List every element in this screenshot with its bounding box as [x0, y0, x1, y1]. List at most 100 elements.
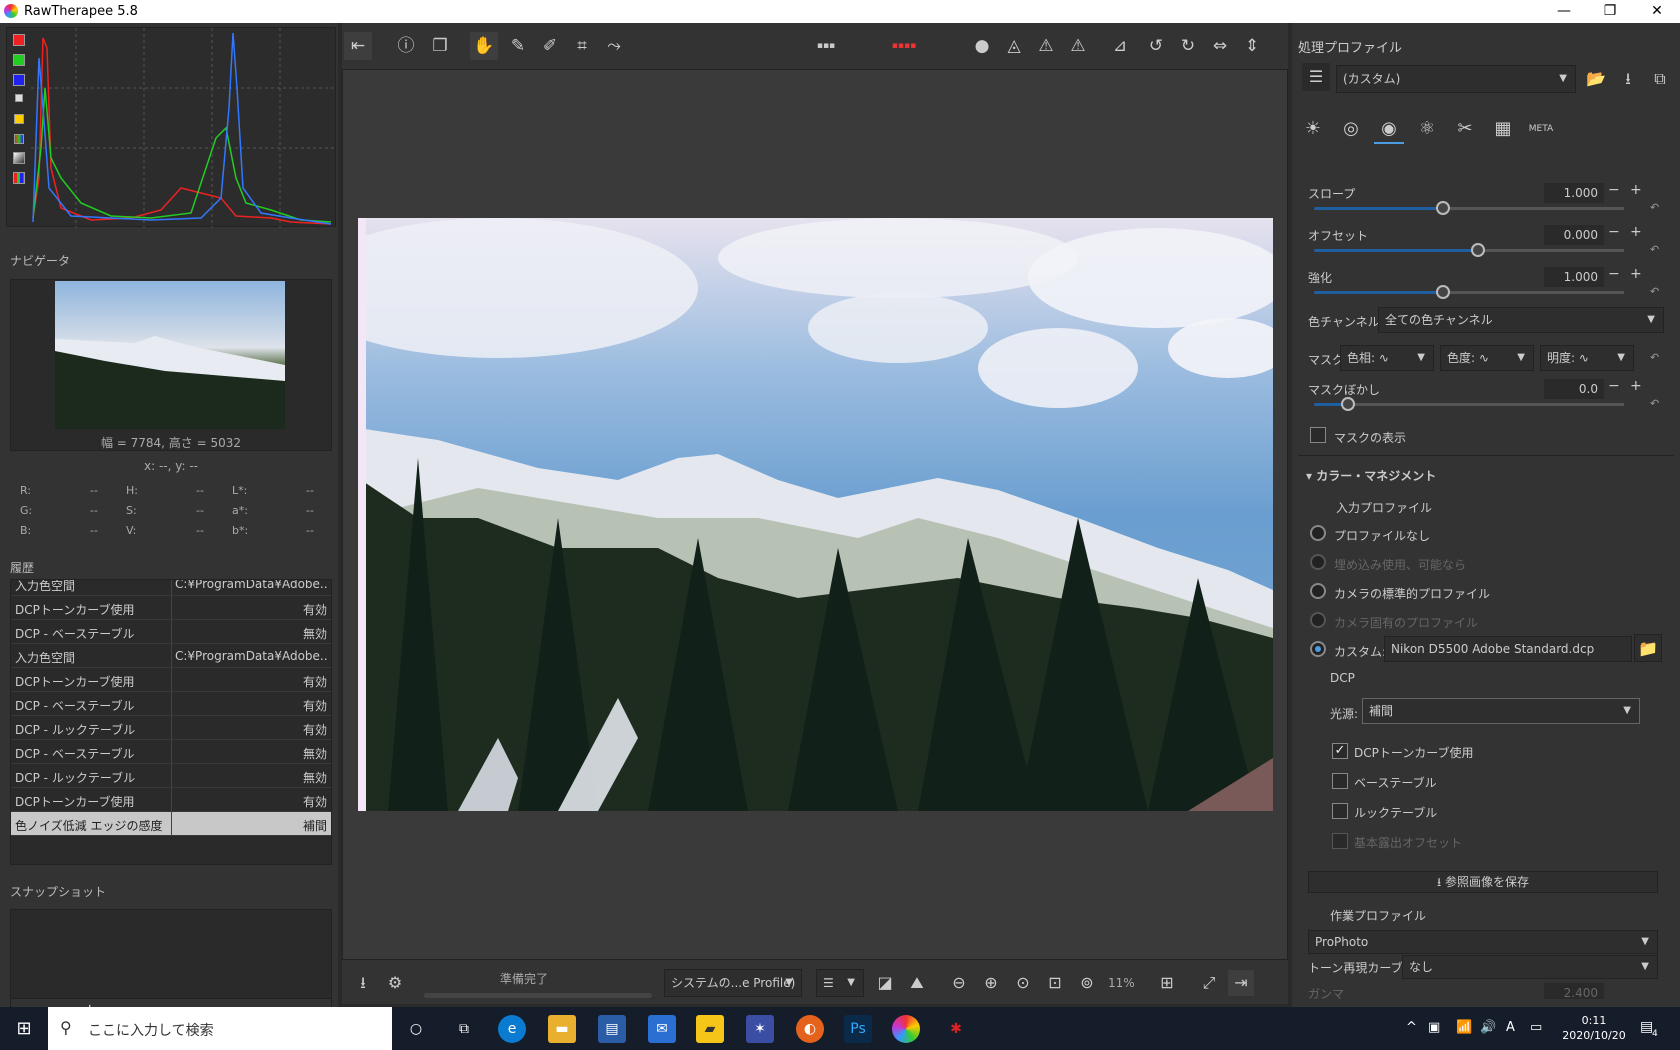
sticky-notes-icon[interactable]: ▰ [696, 1015, 724, 1043]
tone-curve-combo[interactable]: なし ▼ [1402, 955, 1658, 979]
offset-plus-button[interactable]: + [1630, 224, 1642, 240]
tab-raw-icon[interactable]: ▦ [1488, 114, 1518, 144]
photoshop-icon[interactable]: Ps [844, 1015, 872, 1043]
history-row[interactable]: 入力色空間 C:¥ProgramData¥Adobe... [11, 580, 331, 596]
slope-minus-button[interactable]: − [1608, 182, 1620, 198]
mask-blur-value[interactable]: 0.0 [1544, 379, 1604, 399]
mask-lightness-button[interactable]: 明度: ∿ ▼ [1540, 345, 1634, 371]
save-reference-image-button[interactable]: ⭳ 参照画像を保存 [1308, 871, 1658, 893]
offset-slider-handle[interactable] [1471, 243, 1485, 257]
offset-value[interactable]: 0.000 [1544, 225, 1604, 245]
tray-chevron-icon[interactable]: ^ [1406, 1020, 1417, 1035]
minimize-button[interactable]: — [1541, 0, 1587, 23]
zoom-in-icon[interactable]: ⊕ [978, 970, 1004, 996]
clock[interactable]: 0:11 2020/10/20 [1560, 1013, 1628, 1043]
mask-blur-minus-button[interactable]: − [1608, 378, 1620, 394]
working-profile-combo[interactable]: ProPhoto ▼ [1308, 930, 1658, 954]
preview-mode-icon[interactable]: ● [968, 32, 996, 60]
red-channel-icon[interactable] [13, 34, 25, 46]
radio-camera-specific[interactable] [1310, 612, 1326, 628]
baseline-exposure-checkbox[interactable] [1332, 833, 1348, 849]
history-row[interactable]: DCP - ベーステーブル 有効 [11, 692, 331, 716]
offset-minus-button[interactable]: − [1608, 224, 1620, 240]
history-row[interactable]: DCP - ルックテーブル 無効 [11, 764, 331, 788]
mode-icon[interactable] [13, 172, 25, 184]
hide-right-panel-icon[interactable]: ⇥ [1228, 970, 1254, 996]
green-channel-icon[interactable] [13, 54, 25, 66]
monitor-profile-combo[interactable]: システムの...e Profile) ▼ [664, 969, 802, 997]
zoom-fit-crop-icon[interactable]: ⊡ [1042, 970, 1068, 996]
file-explorer-icon[interactable]: ▬ [548, 1015, 576, 1043]
tab-color-icon[interactable]: ◉ [1374, 114, 1404, 144]
radio-embedded[interactable] [1310, 554, 1326, 570]
history-row[interactable]: 入力色空間 C:¥ProgramData¥Adobe... [11, 644, 331, 668]
task-view-icon[interactable]: ⧉ [450, 1015, 478, 1043]
focus-mask-icon[interactable]: ▪▪▪ [812, 32, 840, 60]
fullscreen-icon[interactable]: ⤢ [1196, 970, 1222, 996]
mask-blur-slider[interactable] [1314, 397, 1624, 411]
tab-exposure-icon[interactable]: ☀ [1298, 114, 1328, 144]
ime-indicator[interactable]: A [1506, 1020, 1515, 1035]
offset-slider[interactable] [1314, 243, 1624, 257]
navigator-thumbnail[interactable] [55, 281, 285, 429]
clip-shadows-icon[interactable]: ◬ [1000, 32, 1028, 60]
save-profile-icon[interactable]: ⭳ [1614, 65, 1642, 93]
tray-app-icon[interactable]: ▣ [1428, 1020, 1440, 1035]
show-mask-checkbox[interactable] [1310, 427, 1326, 443]
zoom-100-icon[interactable]: ⊚ [1074, 970, 1100, 996]
rgb-icon[interactable] [14, 134, 24, 144]
history-row-selected[interactable]: 色ノイズ低減 エッジの感度 補間 [11, 812, 331, 836]
history-row[interactable]: DCP - ルックテーブル 有効 [11, 716, 331, 740]
firefox-icon[interactable]: ◐ [796, 1015, 824, 1043]
history-row[interactable]: DCPトーンカーブ使用 有効 [11, 596, 331, 620]
luminance-icon[interactable] [15, 94, 23, 102]
radio-no-profile[interactable] [1310, 525, 1326, 541]
flip-vertical-icon[interactable]: ⇕ [1238, 32, 1266, 60]
intent-combo[interactable]: ☰ ▼ [816, 969, 864, 997]
mask-blur-plus-button[interactable]: + [1630, 378, 1642, 394]
white-balance-picker-icon[interactable]: ✎ [504, 32, 532, 60]
edge-icon[interactable]: e [498, 1015, 526, 1043]
reset-icon[interactable]: ↶ [1650, 351, 1659, 364]
slope-value[interactable]: 1.000 [1544, 183, 1604, 203]
history-row[interactable]: DCPトーンカーブ使用 有効 [11, 788, 331, 812]
maximize-button[interactable]: ❐ [1587, 0, 1633, 23]
blue-channel-icon[interactable] [13, 74, 25, 86]
rotate-right-icon[interactable]: ↻ [1174, 32, 1202, 60]
zoom-fit-icon[interactable]: ⊙ [1010, 970, 1036, 996]
flip-horizontal-icon[interactable]: ⇔ [1206, 32, 1234, 60]
color-channel-combo[interactable]: 全ての色チャンネル ▼ [1378, 307, 1664, 333]
processing-profile-combo[interactable]: (カスタム) ▼ [1336, 65, 1576, 93]
soft-proof-icon[interactable]: ◪ [872, 970, 898, 996]
cortana-icon[interactable]: ○ [402, 1015, 430, 1043]
open-profile-icon[interactable]: 📂 [1582, 65, 1610, 93]
zoom-out-icon[interactable]: ⊖ [946, 970, 972, 996]
tab-metadata-icon[interactable]: META [1526, 114, 1556, 144]
taskbar-search-box[interactable]: ⚲ ここに入力して検索 [48, 1007, 392, 1050]
look-table-checkbox[interactable] [1332, 803, 1348, 819]
reset-icon[interactable]: ↶ [1650, 397, 1659, 410]
slope-slider-handle[interactable] [1436, 201, 1450, 215]
raw-icon[interactable] [13, 152, 25, 164]
history-row[interactable]: DCP - ベーステーブル 無効 [11, 740, 331, 764]
save-image-icon[interactable]: ⭳ [350, 970, 376, 996]
clip-warning-icon[interactable]: ⚠ [1064, 32, 1092, 60]
mask-hue-button[interactable]: 色相: ∿ ▼ [1340, 345, 1434, 371]
windows-start-icon[interactable]: ⊞ [10, 1015, 38, 1043]
paste-profile-icon[interactable] [1648, 65, 1676, 93]
reset-icon[interactable]: ↶ [1650, 243, 1659, 256]
rotate-left-icon[interactable]: ↺ [1142, 32, 1170, 60]
tab-advanced-icon[interactable]: ⚛ [1412, 114, 1442, 144]
dcp-tone-curve-checkbox[interactable]: ✓ [1332, 743, 1348, 759]
hand-tool-icon[interactable]: ✋ [470, 32, 498, 60]
history-row[interactable]: DCP - ベーステーブル 無効 [11, 620, 331, 644]
strength-value[interactable]: 1.000 [1544, 267, 1604, 287]
browse-folder-icon[interactable]: 📁 [1634, 634, 1662, 662]
channel-preview-icon[interactable]: ▪▪▪▪ [890, 32, 918, 60]
chroma-icon[interactable] [14, 114, 24, 124]
info-icon[interactable]: ⓘ [392, 32, 420, 60]
radio-custom[interactable] [1310, 641, 1326, 657]
network-icon[interactable]: 📶 [1456, 1020, 1472, 1035]
navigator-preview[interactable] [10, 279, 332, 451]
rawtherapee-taskbar-icon[interactable] [892, 1015, 920, 1043]
